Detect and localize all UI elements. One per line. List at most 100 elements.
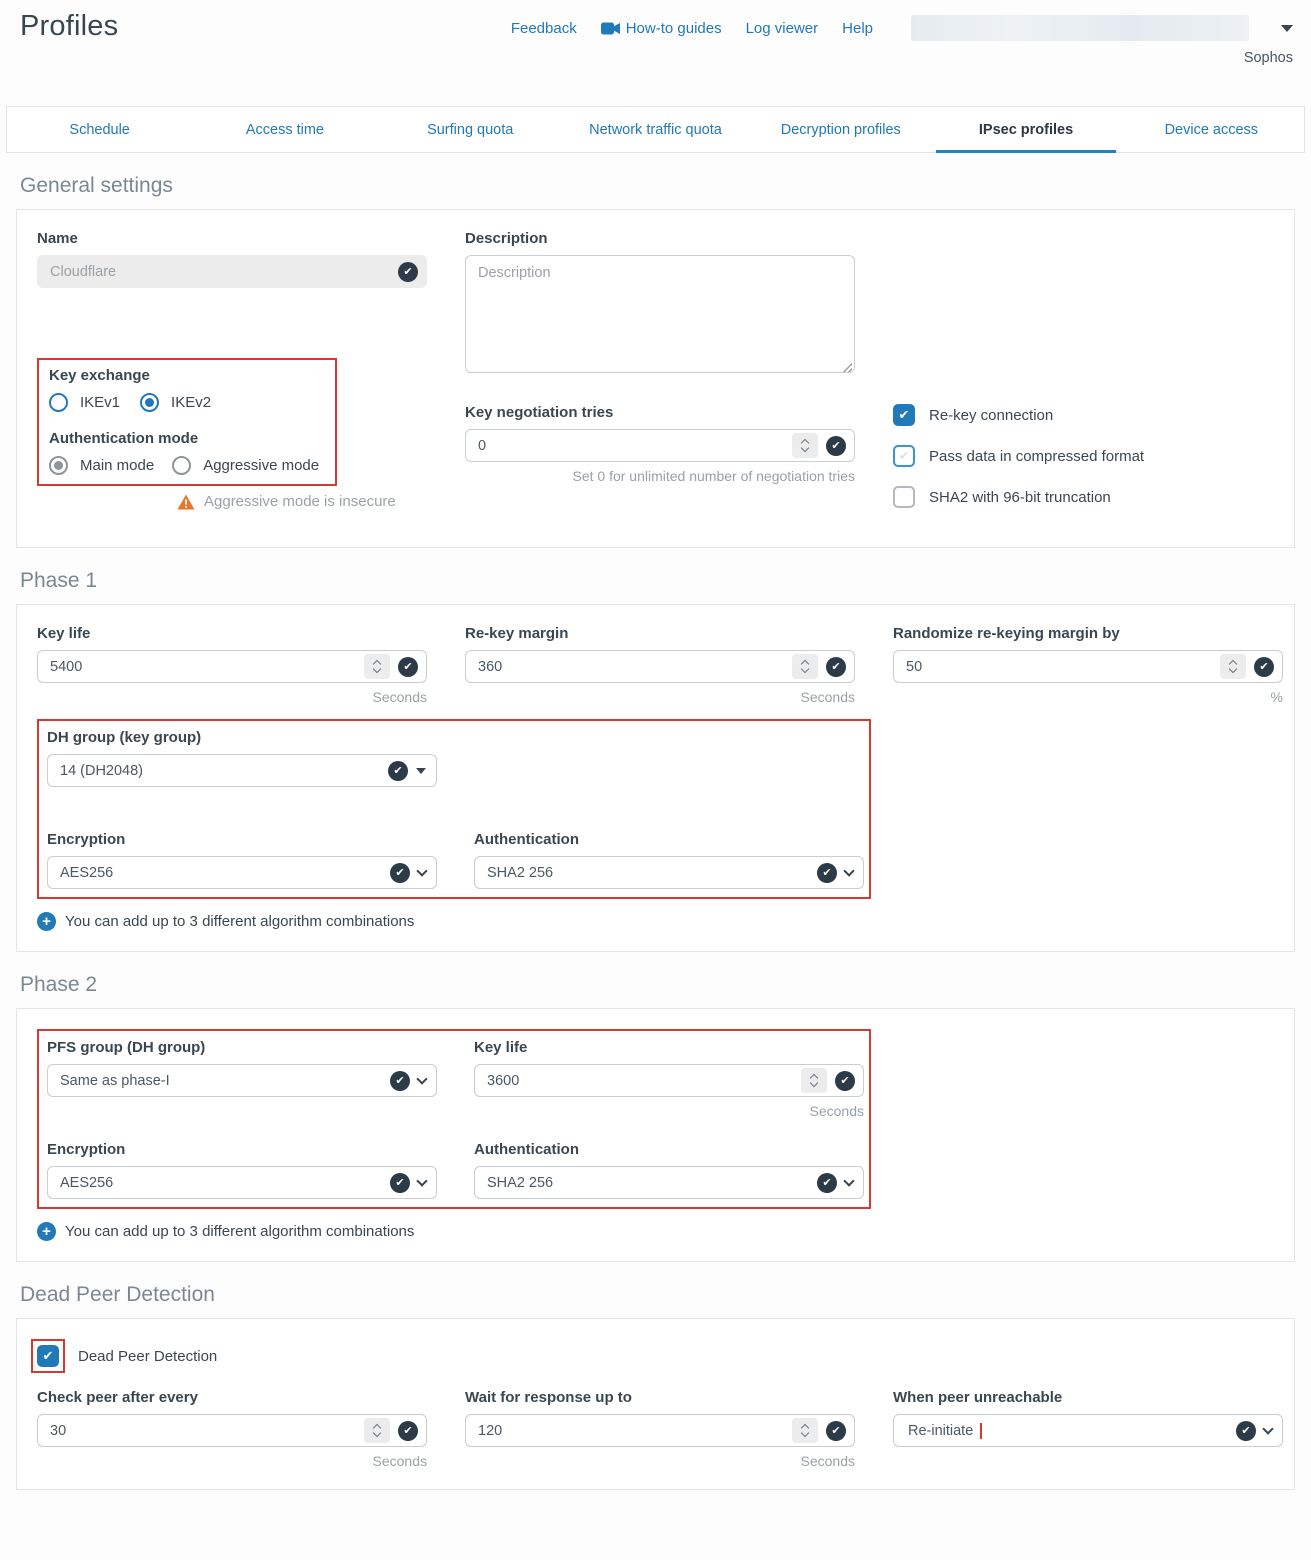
rekey-connection-label: Re-key connection <box>929 407 1053 424</box>
valid-check-icon: ✔ <box>1236 1421 1256 1441</box>
number-stepper[interactable] <box>1220 654 1246 679</box>
number-stepper[interactable] <box>792 433 818 458</box>
phase2-key-life-label: Key life <box>474 1039 864 1056</box>
aggressive-mode-warning: Aggressive mode is insecure <box>204 493 396 510</box>
account-dropdown-caret-icon[interactable] <box>1281 25 1293 32</box>
ikev2-label: IKEv2 <box>171 394 211 411</box>
valid-check-icon: ✔ <box>390 1071 410 1091</box>
phase1-authentication-select[interactable]: SHA2 256 ✔ <box>474 856 864 889</box>
tab-network-traffic-quota[interactable]: Network traffic quota <box>563 107 748 152</box>
help-link[interactable]: Help <box>842 20 873 37</box>
brand-label: Sophos <box>1244 50 1293 66</box>
feedback-link[interactable]: Feedback <box>511 20 577 37</box>
number-stepper[interactable] <box>792 654 818 679</box>
phase1-encryption-label: Encryption <box>47 831 437 848</box>
key-negotiation-tries-input[interactable]: 0 ✔ <box>465 429 855 462</box>
seconds-unit: Seconds <box>37 1453 427 1469</box>
dropdown-chevron-icon <box>416 1073 427 1084</box>
tab-decryption-profiles[interactable]: Decryption profiles <box>748 107 933 152</box>
phase2-panel: PFS group (DH group) Same as phase-I ✔ .… <box>16 1008 1295 1262</box>
phase2-authentication-select[interactable]: SHA2 256 ✔ <box>474 1166 864 1199</box>
key-negotiation-help: Set 0 for unlimited number of negotiatio… <box>465 468 855 484</box>
pass-data-compressed-label: Pass data in compressed format <box>929 448 1144 465</box>
rekey-margin-label: Re-key margin <box>465 625 855 642</box>
check-peer-label: Check peer after every <box>37 1389 427 1406</box>
aggressive-mode-radio[interactable] <box>172 456 191 475</box>
dpd-heading: Dead Peer Detection <box>20 1283 1295 1307</box>
randomize-margin-input[interactable]: 50 ✔ <box>893 650 1283 683</box>
rekey-connection-checkbox[interactable]: ✔ <box>893 404 915 426</box>
phase2-encryption-label: Encryption <box>47 1141 437 1158</box>
phase2-key-life-input[interactable]: 3600 ✔ <box>474 1064 864 1097</box>
dropdown-chevron-icon <box>1262 1423 1273 1434</box>
wait-response-label: Wait for response up to <box>465 1389 855 1406</box>
seconds-unit: Seconds <box>465 689 855 705</box>
ikev1-label: IKEv1 <box>80 394 120 411</box>
phase1-encryption-select[interactable]: AES256 ✔ <box>47 856 437 889</box>
dropdown-chevron-icon <box>843 865 854 876</box>
key-negotiation-tries-label: Key negotiation tries <box>465 404 855 421</box>
general-settings-panel: Name Cloudflare ✔ Key exchange IKEv1 IKE… <box>16 209 1295 548</box>
phase1-key-life-input[interactable]: 5400 ✔ <box>37 650 427 683</box>
account-name-redacted <box>911 15 1249 41</box>
phase1-heading: Phase 1 <box>20 569 1295 593</box>
add-combination-icon[interactable]: + <box>37 912 56 931</box>
number-stepper[interactable] <box>364 1418 390 1443</box>
sha2-truncation-label: SHA2 with 96-bit truncation <box>929 489 1111 506</box>
page-title: Profiles <box>20 10 118 66</box>
phase1-panel: Key life 5400 ✔ Seconds Re-key margin 36… <box>16 604 1295 952</box>
valid-check-icon: ✔ <box>398 657 418 677</box>
tab-schedule[interactable]: Schedule <box>7 107 192 152</box>
valid-check-icon: ✔ <box>826 1421 846 1441</box>
howto-guides-link[interactable]: How-to guides <box>601 20 722 37</box>
pfs-group-select[interactable]: Same as phase-I ✔ <box>47 1064 437 1097</box>
sha2-truncation-checkbox[interactable] <box>893 486 915 508</box>
tab-access-time[interactable]: Access time <box>192 107 377 152</box>
phase2-note: You can add up to 3 different algorithm … <box>65 1223 414 1240</box>
phase2-algorithms-annotation-box: PFS group (DH group) Same as phase-I ✔ .… <box>37 1029 871 1209</box>
dh-group-select[interactable]: 14 (DH2048) ✔ <box>47 754 437 787</box>
seconds-unit: Seconds <box>474 1103 864 1119</box>
when-peer-unreachable-select[interactable]: Re-initiate ✔ <box>893 1414 1283 1447</box>
dropdown-chevron-icon <box>843 1175 854 1186</box>
phase1-key-life-label: Key life <box>37 625 427 642</box>
profiles-tabbar: Schedule Access time Surfing quota Netwo… <box>6 106 1305 153</box>
main-mode-label: Main mode <box>80 457 154 474</box>
phase2-encryption-select[interactable]: AES256 ✔ <box>47 1166 437 1199</box>
number-stepper[interactable] <box>801 1068 827 1093</box>
phase1-authentication-label: Authentication <box>474 831 864 848</box>
valid-check-icon: ✔ <box>390 1173 410 1193</box>
rekey-margin-input[interactable]: 360 ✔ <box>465 650 855 683</box>
dropdown-caret-icon <box>416 768 426 774</box>
dpd-checkbox-annotation-box: ✔ <box>31 1339 65 1373</box>
tab-surfing-quota[interactable]: Surfing quota <box>378 107 563 152</box>
pfs-group-label: PFS group (DH group) <box>47 1039 437 1056</box>
number-stepper[interactable] <box>364 654 390 679</box>
name-input: Cloudflare ✔ <box>37 255 427 288</box>
tab-device-access[interactable]: Device access <box>1119 107 1304 152</box>
valid-check-icon: ✔ <box>817 1173 837 1193</box>
valid-check-icon: ✔ <box>390 863 410 883</box>
log-viewer-link[interactable]: Log viewer <box>746 20 819 37</box>
phase1-algorithms-annotation-box: DH group (key group) 14 (DH2048) ✔ Encry… <box>37 719 871 899</box>
dead-peer-detection-checkbox[interactable]: ✔ <box>37 1345 59 1367</box>
description-textarea[interactable] <box>465 255 855 373</box>
dropdown-chevron-icon <box>416 865 427 876</box>
warning-triangle-icon <box>177 494 195 510</box>
percent-unit: % <box>893 689 1283 705</box>
valid-check-icon: ✔ <box>835 1071 855 1091</box>
valid-check-icon: ✔ <box>398 1421 418 1441</box>
number-stepper[interactable] <box>792 1418 818 1443</box>
wait-response-input[interactable]: 120 ✔ <box>465 1414 855 1447</box>
pass-data-compressed-checkbox[interactable]: ✔ <box>893 445 915 467</box>
description-label: Description <box>465 230 855 247</box>
main-mode-radio[interactable] <box>49 456 68 475</box>
page-header: Profiles Feedback How-to guides Log view… <box>0 0 1311 66</box>
dropdown-chevron-icon <box>416 1175 427 1186</box>
ikev2-radio[interactable] <box>140 393 159 412</box>
tab-ipsec-profiles[interactable]: IPsec profiles <box>933 107 1118 152</box>
check-peer-input[interactable]: 30 ✔ <box>37 1414 427 1447</box>
randomize-margin-label: Randomize re-keying margin by <box>893 625 1283 642</box>
add-combination-icon[interactable]: + <box>37 1222 56 1241</box>
ikev1-radio[interactable] <box>49 393 68 412</box>
